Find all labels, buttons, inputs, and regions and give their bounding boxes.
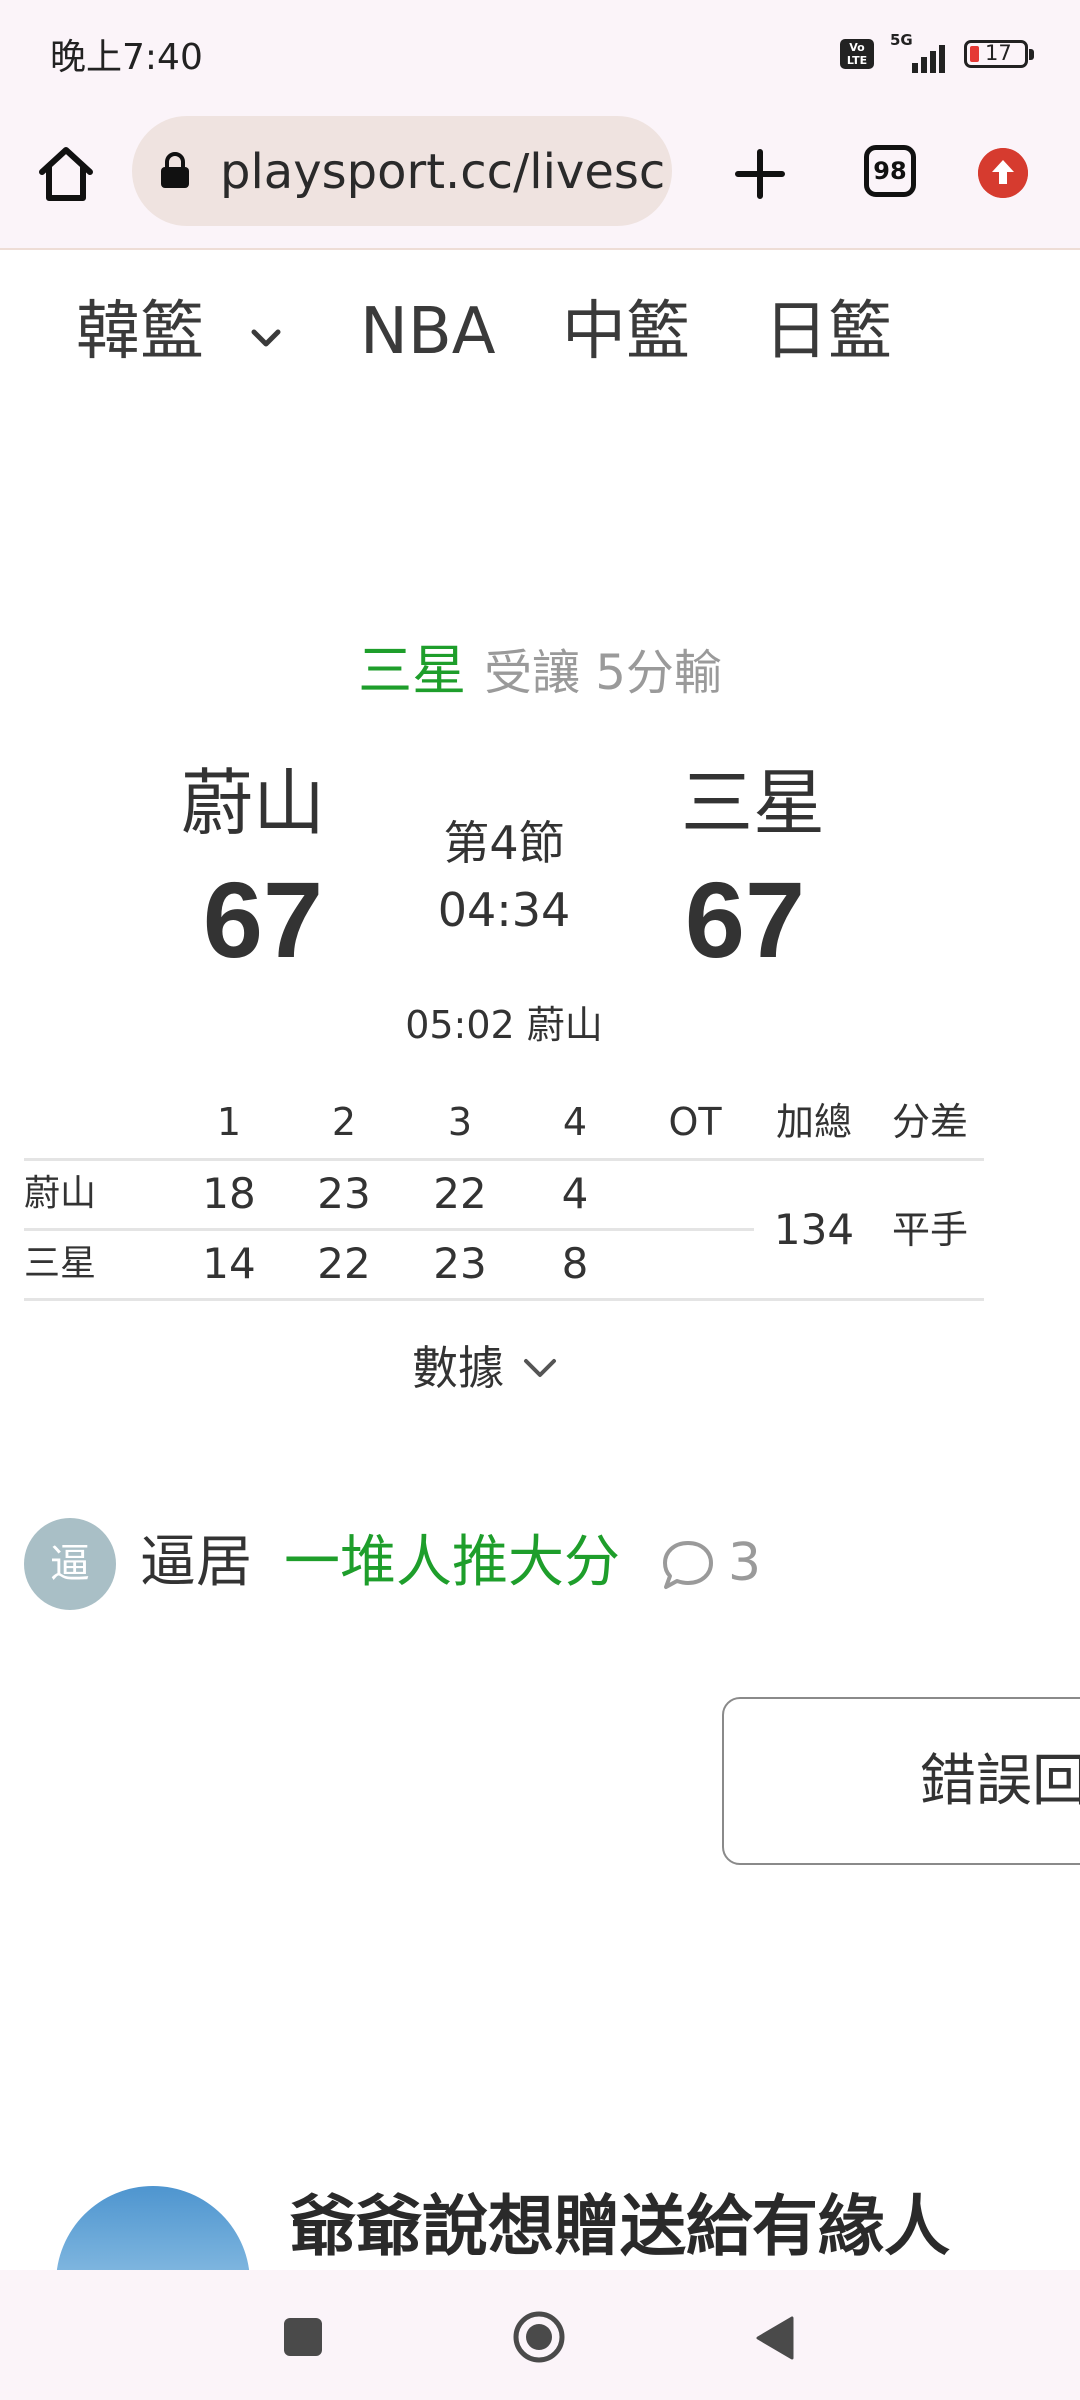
table-cell: 23: [433, 1239, 487, 1288]
home-team-name: 蔚山: [180, 761, 325, 845]
table-cell: 18: [202, 1169, 256, 1218]
table-row-team: 三星: [24, 1243, 97, 1284]
table-cell: 22: [317, 1239, 371, 1288]
table-header: OT: [668, 1100, 722, 1144]
league-tab-kbl[interactable]: 韓籃: [76, 294, 204, 370]
total-score: 134: [773, 1205, 855, 1254]
browser-toolbar: playsport.cc/livesc 98: [0, 108, 1080, 250]
recents-icon[interactable]: [284, 2318, 322, 2356]
table-cell: 4: [561, 1169, 589, 1218]
avatar[interactable]: 逼: [24, 1518, 116, 1610]
table-header: 加總: [775, 1100, 852, 1144]
address-bar[interactable]: playsport.cc/livesc: [132, 116, 672, 226]
home-circle-icon[interactable]: [512, 2310, 566, 2364]
home-team-score: 67: [202, 859, 324, 980]
handicap-team: 三星: [358, 639, 467, 702]
comment-bubble-icon[interactable]: [660, 1538, 716, 1592]
score-diff: 平手: [891, 1208, 968, 1252]
error-report-label: 錯誤回: [920, 1749, 1080, 1814]
league-nav: 韓籃 NBA 中籃 日籃: [0, 250, 1080, 420]
back-icon[interactable]: [752, 2314, 796, 2362]
comment-text[interactable]: 一堆人推大分: [284, 1528, 620, 1598]
volte-icon: Vo LTE: [840, 39, 874, 69]
table-header: 分差: [891, 1100, 968, 1144]
table-row-team: 蔚山: [24, 1173, 97, 1214]
url-text: playsport.cc/livesc: [220, 144, 666, 200]
table-cell: 22: [433, 1169, 487, 1218]
league-tab-cba[interactable]: 中籃: [562, 294, 690, 370]
network-type: 5G: [890, 31, 913, 49]
stats-toggle-button[interactable]: 數據: [412, 1338, 560, 1398]
battery-icon: 17: [964, 40, 1034, 68]
away-team-score: 67: [684, 859, 806, 980]
table-cell: 14: [202, 1239, 256, 1288]
table-divider: [24, 1298, 984, 1301]
table-header: 3: [447, 1100, 473, 1144]
promo-title[interactable]: 爺爺說想贈送給有緣人: [290, 2186, 950, 2268]
comment-count: 3: [728, 1533, 762, 1593]
league-tab-bleague[interactable]: 日籃: [764, 294, 892, 370]
chevron-down-icon: [524, 1359, 556, 1377]
table-header: 1: [216, 1100, 242, 1144]
game-clock: 04:34: [437, 883, 571, 937]
table-divider: [24, 1158, 984, 1161]
comment-username[interactable]: 逼居: [140, 1528, 252, 1598]
game-period: 第4節: [443, 816, 565, 870]
stats-toggle-label: 數據: [412, 1341, 504, 1395]
error-report-button[interactable]: 錯誤回: [722, 1697, 1080, 1865]
battery-level: 17: [985, 41, 1012, 65]
tab-switcher-button[interactable]: 98: [864, 145, 916, 197]
chevron-down-icon[interactable]: [246, 324, 286, 354]
league-tab-nba[interactable]: NBA: [360, 294, 496, 370]
table-header: 2: [331, 1100, 357, 1144]
handicap-info: 受讓 5分輸: [484, 645, 722, 701]
table-cell: 8: [561, 1239, 589, 1288]
status-icons: Vo LTE 5G 17: [840, 31, 1034, 74]
last-score-event: 05:02 蔚山: [405, 1003, 603, 1047]
status-bar: 晚上7:40 Vo LTE 5G 17: [0, 0, 1080, 108]
table-header: 4: [562, 1100, 588, 1144]
status-time: 晚上7:40: [50, 37, 203, 78]
handicap-line: 三星 受讓 5分輸: [0, 636, 1080, 719]
new-tab-icon[interactable]: [722, 136, 798, 212]
table-divider: [24, 1228, 754, 1231]
comment-item[interactable]: 逼 逼居 一堆人推大分 3: [24, 1518, 1024, 1610]
lock-icon: [161, 152, 189, 188]
upload-icon[interactable]: [978, 148, 1028, 198]
table-cell: 23: [317, 1169, 371, 1218]
home-icon[interactable]: [30, 138, 102, 210]
away-team-name: 三星: [680, 761, 825, 845]
signal-icon: 5G: [888, 31, 950, 73]
system-nav-bar: [0, 2270, 1080, 2400]
